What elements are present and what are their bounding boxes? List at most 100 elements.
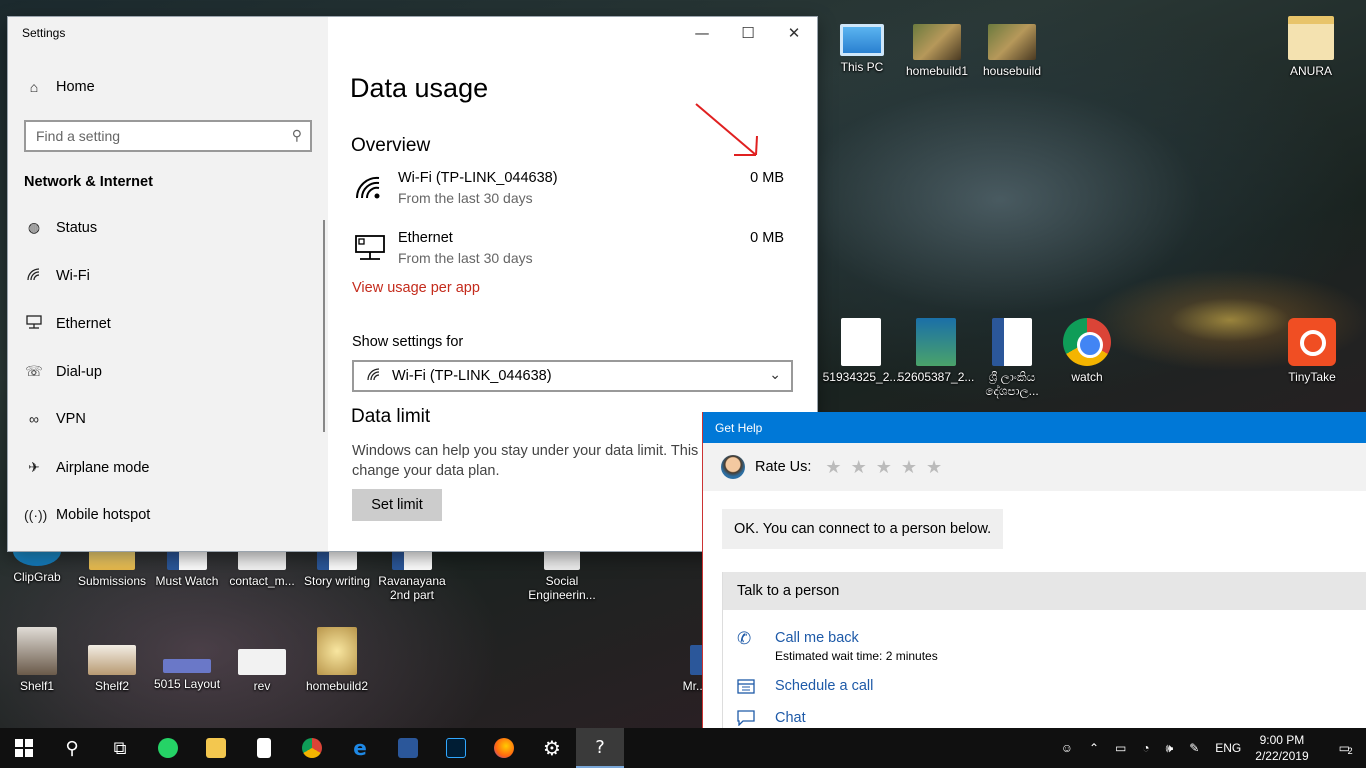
sidebar-item-airplane-mode[interactable]: ✈ Airplane mode — [24, 459, 150, 476]
star-icon[interactable]: ★ — [926, 457, 942, 478]
desktop-icon-label: rev — [253, 679, 271, 693]
get-help-title: Get Help — [703, 412, 1366, 443]
sidebar-item-label: Airplane mode — [56, 459, 150, 476]
usage-period: From the last 30 days — [398, 190, 533, 206]
usage-name: Ethernet — [398, 230, 453, 246]
desktop-icon-label: TinyTake — [1288, 370, 1336, 384]
usage-name: Wi-Fi (TP-LINK_044638) — [398, 170, 558, 186]
edge-icon: e — [353, 736, 367, 760]
taskbar-settings[interactable]: ⚙ — [528, 728, 576, 768]
page-title: Data usage — [350, 73, 489, 103]
language-indicator[interactable]: ENG — [1215, 741, 1241, 755]
desktop-icon-52605387[interactable]: 52605387_2... — [895, 318, 977, 384]
desktop-icon-label: Mr... — [682, 679, 706, 693]
desktop-icon-rev[interactable]: rev — [221, 627, 303, 693]
call-me-back-option[interactable]: ✆ Call me back Estimated wait time: 2 mi… — [737, 629, 938, 664]
data-limit-title: Data limit — [351, 406, 431, 427]
image-thumbnail-icon — [238, 649, 286, 675]
star-icon[interactable]: ★ — [901, 457, 917, 478]
desktop-icon-homebuild2[interactable]: homebuild2 — [296, 627, 378, 693]
sidebar-item-wifi[interactable]: Wi-Fi — [24, 267, 90, 284]
desktop-icon-mr[interactable]: Mr... — [650, 627, 710, 693]
taskbar-firefox[interactable] — [480, 728, 528, 768]
desktop-icon-housebuild[interactable]: housebuild — [971, 14, 1053, 78]
option-title: Call me back — [775, 630, 859, 646]
show-settings-label: Show settings for — [352, 334, 464, 350]
search-placeholder: Find a setting — [36, 128, 121, 144]
desktop-icon-anura[interactable]: ANURA — [1270, 10, 1352, 78]
search-input[interactable]: Find a setting ⚲ — [24, 120, 312, 152]
sidebar-item-home[interactable]: ⌂ Home — [24, 79, 95, 95]
wifi-icon[interactable]: ◔ — [1142, 741, 1149, 755]
sidebar-item-label: Mobile hotspot — [56, 507, 151, 523]
star-icon[interactable]: ★ — [825, 457, 841, 478]
taskbar-get-help[interactable]: ? — [576, 728, 624, 768]
taskbar-photoshop[interactable] — [432, 728, 480, 768]
start-button[interactable] — [0, 728, 48, 768]
sidebar-item-mobile-hotspot[interactable]: ((·)) Mobile hotspot — [24, 507, 150, 523]
desktop-icon-5015-layout[interactable]: 5015 Layout — [146, 627, 228, 691]
desktop-icon-shelf1[interactable]: Shelf1 — [0, 627, 78, 693]
chat-option[interactable]: Chat — [737, 710, 806, 730]
pen-icon[interactable]: ✎ — [1189, 741, 1199, 755]
volume-icon[interactable]: 🕪 — [1166, 741, 1174, 756]
gear-icon: ⚙ — [543, 736, 561, 760]
image-thumbnail-icon — [17, 627, 57, 675]
sidebar-item-label: Dial-up — [56, 363, 102, 380]
clock[interactable]: 9:00 PM 2/22/2019 — [1255, 732, 1308, 764]
image-thumbnail-icon — [913, 24, 961, 60]
taskbar-chrome[interactable] — [288, 728, 336, 768]
desktop-icon-label: Social Engineerin... — [528, 574, 596, 602]
taskbar-whatsapp[interactable] — [144, 728, 192, 768]
word-icon — [398, 738, 418, 758]
desktop-icon-label: ශ්‍රී ලාංකිය දේශපාල... — [985, 370, 1039, 398]
set-limit-button[interactable]: Set limit — [352, 489, 442, 521]
taskbar-notepad[interactable] — [240, 728, 288, 768]
desktop-icon-label: watch — [1071, 370, 1103, 384]
phone-icon: ✆ — [737, 629, 752, 648]
sidebar-scrollbar[interactable] — [323, 220, 325, 432]
assistant-message: OK. You can connect to a person below. — [722, 509, 1004, 549]
help-chat-icon: ? — [595, 736, 605, 758]
desktop-icon-label: 52605387_2... — [897, 370, 975, 384]
firefox-icon — [494, 738, 514, 758]
sidebar-item-status[interactable]: ◍ Status — [24, 219, 97, 236]
sidebar-item-ethernet[interactable]: Ethernet — [24, 315, 111, 332]
people-icon[interactable]: ☺ — [1061, 741, 1073, 755]
sidebar-item-label: VPN — [56, 411, 86, 427]
desktop-icon-this-pc[interactable]: This PC — [821, 14, 903, 74]
search-button[interactable]: ⚲ — [48, 728, 96, 768]
chevron-up-icon[interactable]: ⌃ — [1089, 741, 1099, 755]
battery-icon[interactable]: ▭ — [1115, 741, 1126, 755]
sidebar-item-vpn[interactable]: ∞ VPN — [24, 411, 86, 427]
desktop-icon-label: Shelf1 — [19, 679, 55, 693]
taskbar-word[interactable] — [384, 728, 432, 768]
desktop-icon-word-doc[interactable]: ශ්‍රී ලාංකිය දේශපාල... — [971, 318, 1053, 398]
taskbar-edge[interactable]: e — [336, 728, 384, 768]
network-select[interactable]: Wi-Fi (TP-LINK_044638) ⌄ — [352, 360, 793, 392]
task-view-button[interactable]: ⧉ — [96, 728, 144, 768]
image-thumbnail-icon — [841, 318, 881, 366]
wifi-icon — [24, 267, 44, 284]
option-title: Schedule a call — [775, 678, 874, 694]
ethernet-icon — [24, 315, 44, 332]
desktop-icon-homebuild1[interactable]: homebuild1 — [896, 14, 978, 78]
usage-row-wifi: Wi-Fi (TP-LINK_044638) From the last 30 … — [354, 170, 784, 214]
desktop-icon-watch[interactable]: watch — [1046, 318, 1128, 384]
sidebar-item-dial-up[interactable]: ☏ Dial-up — [24, 363, 102, 380]
hotspot-icon: ((·)) — [24, 507, 48, 523]
view-usage-per-app-link[interactable]: View usage per app — [352, 280, 480, 296]
usage-row-ethernet: Ethernet From the last 30 days 0 MB — [354, 230, 784, 274]
desktop-icon-label: contact_m... — [229, 574, 295, 588]
settings-sidebar: Settings ⌂ Home Find a setting ⚲ Network… — [8, 17, 328, 551]
taskbar-file-explorer[interactable] — [192, 728, 240, 768]
desktop-icon-tinytake[interactable]: TinyTake — [1271, 318, 1353, 384]
star-icon[interactable]: ★ — [851, 457, 867, 478]
desktop-icon-51934325[interactable]: 51934325_2... — [820, 318, 902, 384]
document-icon — [257, 738, 271, 758]
star-icon[interactable]: ★ — [876, 457, 892, 478]
desktop-icon-shelf2[interactable]: Shelf2 — [71, 627, 153, 693]
settings-window: Settings ⌂ Home Find a setting ⚲ Network… — [8, 17, 817, 551]
schedule-call-option[interactable]: Schedule a call — [737, 678, 873, 698]
notifications-button[interactable]: ▭ 2 — [1331, 741, 1358, 756]
